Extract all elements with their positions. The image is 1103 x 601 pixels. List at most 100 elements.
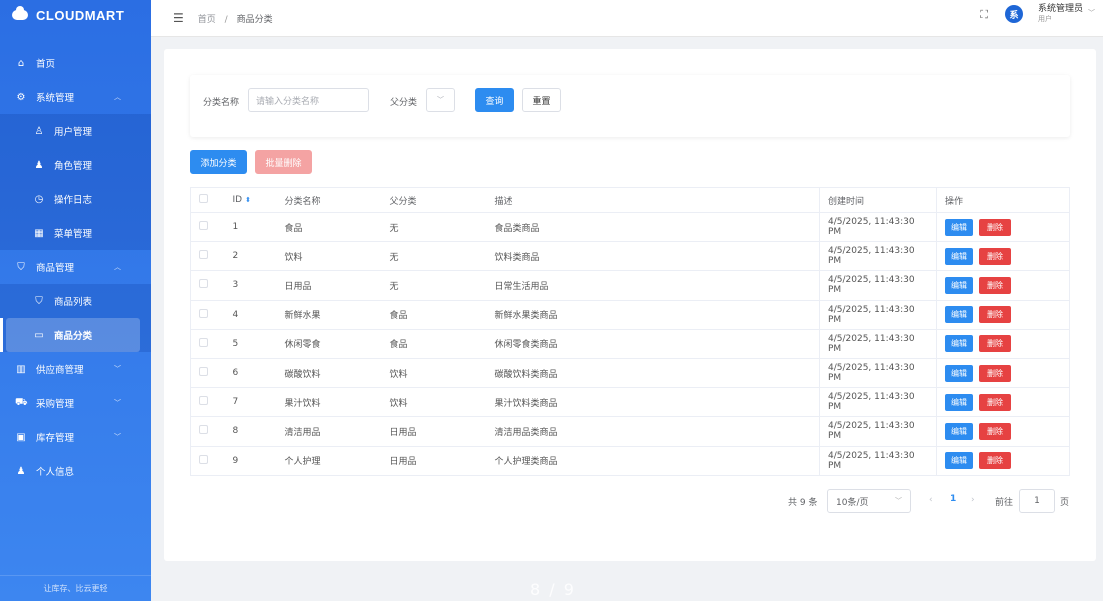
sidebar-item-users[interactable]: ♙ 用户管理 <box>0 114 151 148</box>
delete-button[interactable]: 删除 <box>979 452 1011 470</box>
cell-parent: 无 <box>381 212 487 243</box>
chevron-down-icon: ﹀ <box>114 365 121 373</box>
delete-button[interactable]: 删除 <box>979 335 1011 353</box>
edit-button[interactable]: 编辑 <box>945 247 973 265</box>
current-page[interactable]: 1 <box>950 494 956 504</box>
edit-button[interactable]: 编辑 <box>945 364 973 382</box>
select-all-checkbox[interactable] <box>199 194 208 203</box>
breadcrumb-home[interactable]: 首页 <box>198 15 216 25</box>
row-checkbox[interactable] <box>199 221 208 231</box>
cell-name: 果汁饮料 <box>276 387 382 418</box>
edit-button[interactable]: 编辑 <box>945 422 973 440</box>
add-category-button[interactable]: 添加分类 <box>190 150 247 174</box>
sidebar-item-menus[interactable]: ▦ 菜单管理 <box>0 216 151 250</box>
cell-id: 6 <box>224 358 277 389</box>
cell-actions: 编辑 删除 <box>936 212 1070 243</box>
next-page-icon[interactable]: › <box>971 495 975 505</box>
goto-page-input[interactable]: 1 <box>1019 489 1055 513</box>
cell-parent: 日用品 <box>381 416 487 447</box>
sort-icon[interactable]: ⬍ <box>245 196 251 204</box>
edit-button[interactable]: 编辑 <box>945 452 973 470</box>
edit-button[interactable]: 编辑 <box>945 276 973 294</box>
cell-parent: 无 <box>381 241 487 272</box>
edit-button[interactable]: 编辑 <box>945 306 973 324</box>
query-button[interactable]: 查询 <box>475 88 514 112</box>
row-checkbox[interactable] <box>199 279 208 289</box>
row-checkbox[interactable] <box>199 367 208 377</box>
row-checkbox[interactable] <box>199 425 208 435</box>
col-created: 创建时间 <box>819 187 937 213</box>
edit-button[interactable]: 编辑 <box>945 393 973 411</box>
avatar[interactable]: 系 <box>1005 5 1023 23</box>
sidebar-item-label: 角色管理 <box>54 161 93 172</box>
user-menu[interactable]: 系统管理员 用户 <box>1038 4 1083 24</box>
delete-button[interactable]: 删除 <box>979 218 1011 236</box>
delete-button[interactable]: 删除 <box>979 364 1011 382</box>
col-id[interactable]: ID ⬍ <box>224 187 277 213</box>
delete-button[interactable]: 删除 <box>979 247 1011 265</box>
cell-name: 休闲零食 <box>276 329 382 359</box>
row-select-cell <box>190 270 225 301</box>
batch-delete-button[interactable]: 批量删除 <box>255 150 312 174</box>
sidebar-item-suppliers[interactable]: ▥ 供应商管理 ﹀ <box>0 352 151 386</box>
sidebar-item-logs[interactable]: ◷ 操作日志 <box>0 182 151 216</box>
sidebar-item-roles[interactable]: ♟ 角色管理 <box>0 148 151 182</box>
reset-button[interactable]: 重置 <box>522 88 561 112</box>
total-count: 共 9 条 <box>788 498 818 508</box>
delete-button[interactable]: 删除 <box>979 276 1011 294</box>
menu-toggle-icon[interactable]: ☰ <box>173 11 184 25</box>
sidebar-item-products[interactable]: ⛉ 商品管理 ︿ <box>0 250 151 284</box>
logo[interactable]: CLOUDMART <box>0 0 151 30</box>
chevron-down-icon: ﹀ <box>895 497 902 505</box>
cell-created: 4/5/2025, 11:43:30 PM <box>819 329 937 359</box>
col-parent: 父分类 <box>381 187 487 213</box>
sidebar-item-label: 菜单管理 <box>54 229 93 240</box>
chevron-down-icon: ﹀ <box>114 399 121 407</box>
prev-page-icon[interactable]: ‹ <box>929 495 933 505</box>
delete-button[interactable]: 删除 <box>979 422 1011 440</box>
breadcrumb: 首页 / 商品分类 <box>198 12 273 25</box>
cell-id: 2 <box>224 241 277 272</box>
table-row: 2 饮料无饮料类商品 4/5/2025, 11:43:30 PM 编辑 删除 <box>190 241 1070 272</box>
cell-parent: 饮料 <box>381 387 487 418</box>
category-name-input[interactable]: 请输入分类名称 <box>248 88 369 112</box>
goto-unit: 页 <box>1060 498 1070 508</box>
sidebar-item-system[interactable]: ⚙ 系统管理 ︿ <box>0 80 151 114</box>
chevron-down-icon[interactable]: ﹀ <box>1088 8 1095 18</box>
sidebar-item-label: 商品分类 <box>54 331 93 342</box>
row-checkbox[interactable] <box>199 396 208 406</box>
cell-desc: 碳酸饮料类商品 <box>486 358 820 389</box>
sidebar-item-purchasing[interactable]: ⛟ 采购管理 ﹀ <box>0 386 151 420</box>
col-name: 分类名称 <box>276 187 382 213</box>
sidebar-item-inventory[interactable]: ▣ 库存管理 ﹀ <box>0 420 151 454</box>
delete-button[interactable]: 删除 <box>979 306 1011 324</box>
cell-created: 4/5/2025, 11:43:30 PM <box>819 387 937 418</box>
cell-name: 碳酸饮料 <box>276 358 382 389</box>
user-role: 用户 <box>1037 15 1052 23</box>
delete-button[interactable]: 删除 <box>979 393 1011 411</box>
table-row: 5 休闲零食 食品 休闲零食类商品 4/5/2025, 11:43:30 PM 编辑 删除 <box>190 329 1070 359</box>
chevron-up-icon: ︿ <box>114 93 121 101</box>
sidebar-footer: 让库存、比云更轻 <box>0 575 151 601</box>
parent-category-select[interactable]: ﹀ <box>426 88 455 112</box>
gear-icon: ⚙ <box>16 91 26 103</box>
row-checkbox[interactable] <box>199 337 208 347</box>
sidebar-item-product-list[interactable]: ⛉ 商品列表 <box>0 284 151 318</box>
edit-button[interactable]: 编辑 <box>945 335 973 353</box>
sidebar-item-product-category[interactable]: ▭ 商品分类 <box>0 318 140 352</box>
sidebar-item-label: 库存管理 <box>36 433 75 444</box>
cell-name: 食品 <box>276 212 382 243</box>
cell-id: 8 <box>224 416 277 447</box>
sidebar-item-profile[interactable]: ♟ 个人信息 <box>0 454 151 488</box>
cell-name: 饮料 <box>276 241 382 272</box>
sidebar-item-label: 个人信息 <box>36 467 75 478</box>
bag-outline-icon: ⛉ <box>35 295 43 307</box>
row-checkbox[interactable] <box>199 308 208 318</box>
row-checkbox[interactable] <box>199 454 208 464</box>
page-size-select[interactable]: 10条/页 ﹀ <box>827 489 911 513</box>
sidebar-item-home[interactable]: ⌂ 首页 <box>0 46 151 80</box>
edit-button[interactable]: 编辑 <box>945 218 973 236</box>
row-checkbox[interactable] <box>199 250 208 260</box>
submenu-system: ♙ 用户管理 ♟ 角色管理 ◷ 操作日志 ▦ 菜单管理 <box>0 114 151 250</box>
fullscreen-icon[interactable]: ⛶ <box>980 8 988 22</box>
